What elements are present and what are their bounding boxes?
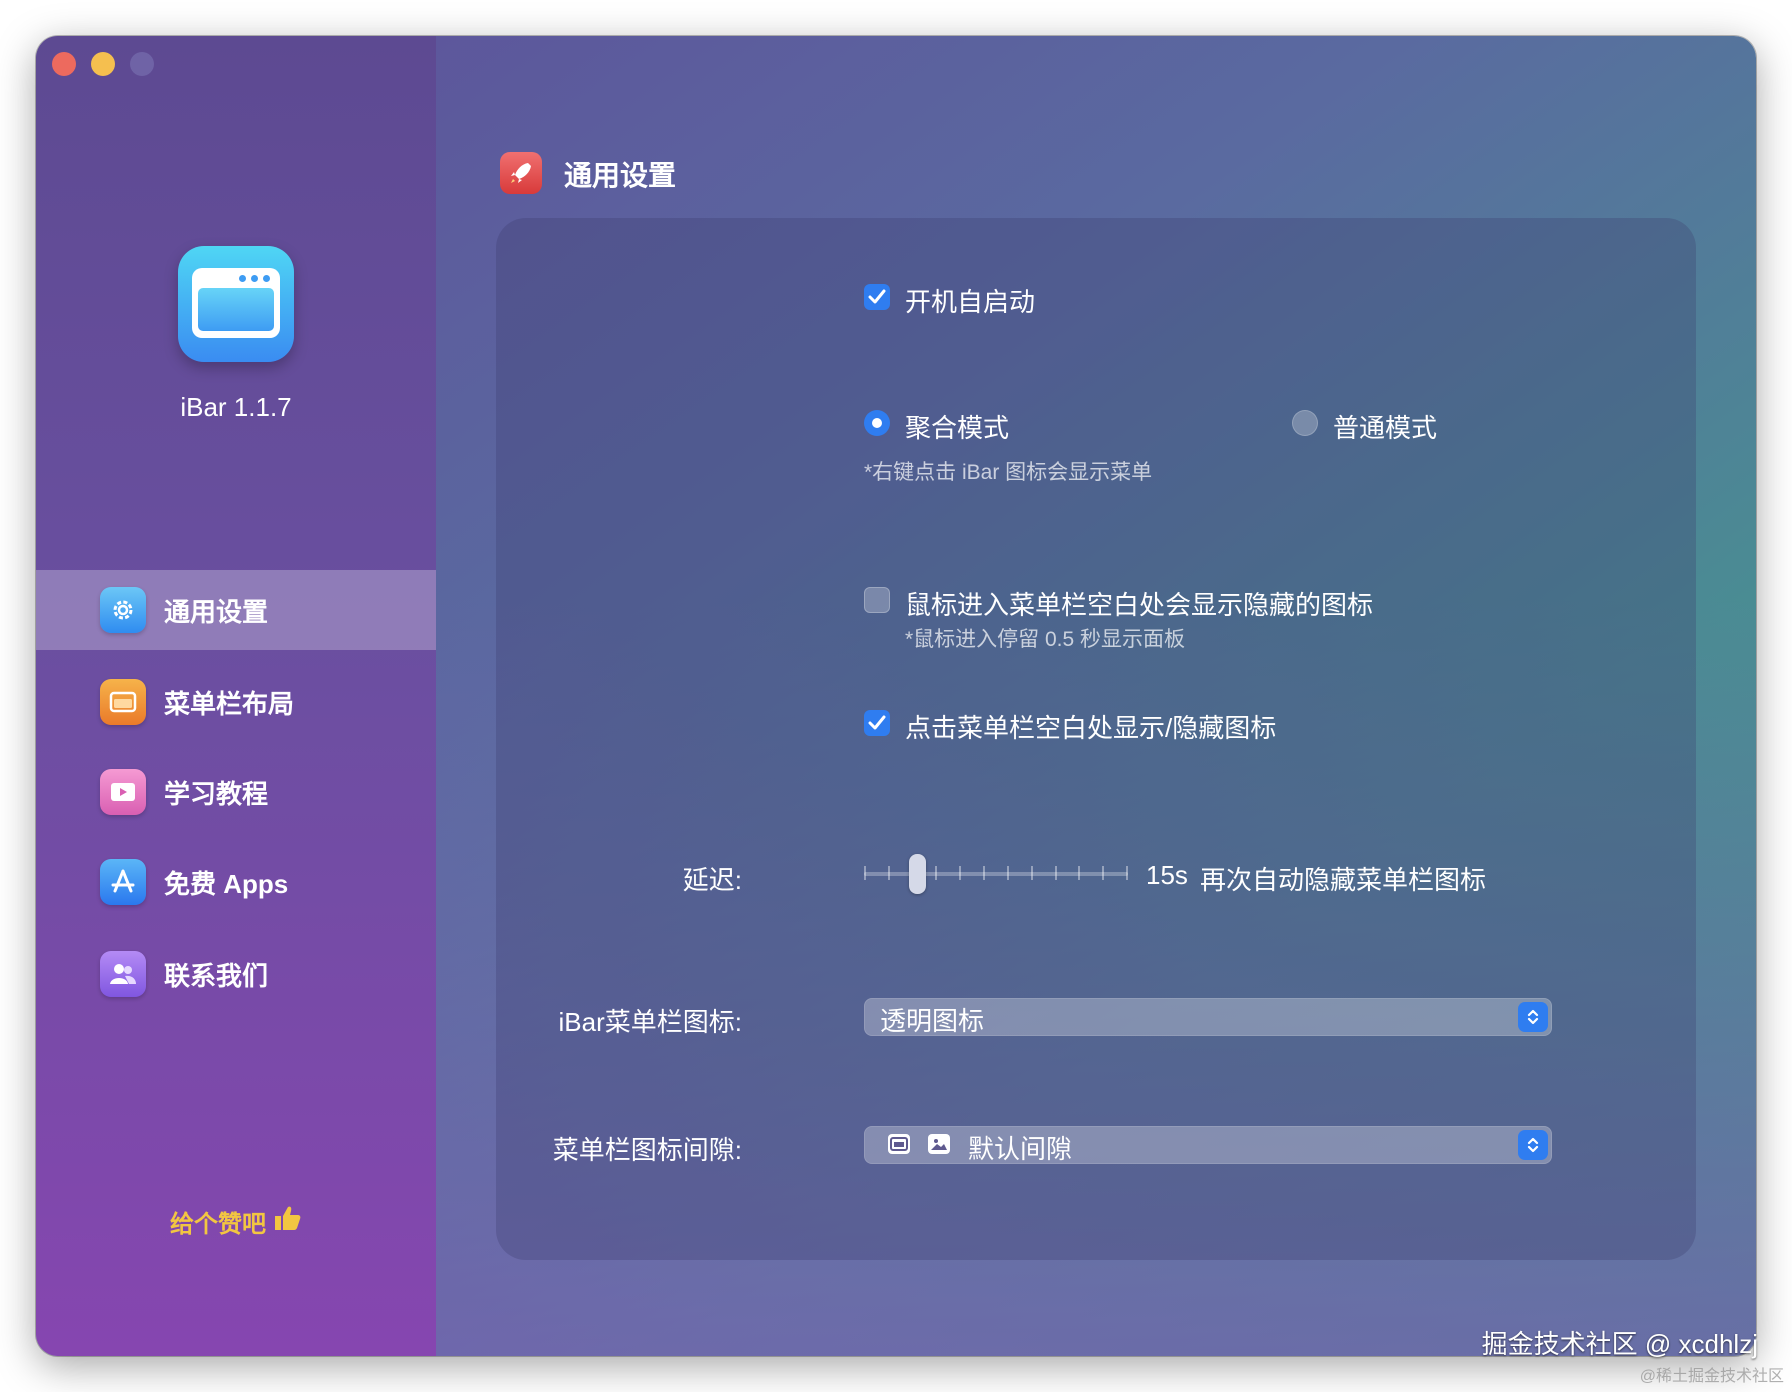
slider-track <box>864 872 1128 876</box>
app-window: iBar 1.1.7 通用设置 菜单栏布局 学习教程 免费 Apps 联系我们 … <box>36 36 1756 1356</box>
chevron-updown-icon <box>1518 1002 1548 1032</box>
app-logo-icon <box>178 246 294 362</box>
icon-spacing-value: 默认间隙 <box>968 1134 1073 1164</box>
image-icon <box>928 1134 950 1154</box>
close-button[interactable] <box>52 52 76 76</box>
mode-aggregate-label: 聚合模式 <box>905 413 1010 443</box>
mode-note: *右键点击 iBar 图标会显示菜单 <box>864 461 1153 484</box>
slider-tick <box>959 866 962 880</box>
hover-show-note: *鼠标进入停留 0.5 秒显示面板 <box>905 628 1186 651</box>
sidebar-item-label: 菜单栏布局 <box>164 688 295 719</box>
zoom-button[interactable] <box>130 52 154 76</box>
slider-tick <box>935 866 938 880</box>
sidebar: iBar 1.1.7 通用设置 菜单栏布局 学习教程 免费 Apps 联系我们 … <box>36 36 436 1356</box>
slider-tick <box>1078 866 1081 880</box>
checkmark-icon <box>868 715 886 730</box>
slider-tick <box>864 866 866 880</box>
sidebar-item-tutorial[interactable]: 学习教程 <box>36 752 436 832</box>
like-label: 给个赞吧 <box>170 1211 266 1238</box>
sidebar-item-contact[interactable]: 联系我们 <box>36 934 436 1014</box>
people-icon <box>100 951 146 997</box>
sidebar-item-label: 通用设置 <box>164 596 269 627</box>
checkmark-icon <box>868 289 886 304</box>
slider-thumb[interactable] <box>908 854 926 894</box>
mode-normal-radio[interactable] <box>1292 410 1318 436</box>
page-title: 通用设置 <box>564 160 677 191</box>
window-icon <box>100 679 146 725</box>
menu-icon-value: 透明图标 <box>880 1006 985 1036</box>
window-controls <box>52 52 154 76</box>
launch-at-login-label: 开机自启动 <box>905 287 1036 317</box>
appstore-icon <box>100 859 146 905</box>
slider-tick <box>1006 866 1009 880</box>
icon-spacing-label: 菜单栏图标间隙: <box>552 1135 742 1165</box>
slider-tick <box>887 866 890 880</box>
slider-tick <box>1126 866 1128 880</box>
gear-icon <box>100 587 146 633</box>
sidebar-item-label: 学习教程 <box>164 778 269 809</box>
menu-icon-label: iBar菜单栏图标: <box>558 1007 742 1037</box>
mode-normal-label: 普通模式 <box>1333 413 1438 443</box>
main-content: 通用设置 开机自启动 聚合模式 普通模式 *右键点击 iBar 图标会显示菜单 … <box>436 36 1756 1356</box>
icon-spacing-select[interactable]: 默认间隙 <box>864 1126 1552 1164</box>
watermark-secondary: @稀土掘金技术社区 <box>1639 1368 1784 1385</box>
app-version: iBar 1.1.7 <box>180 392 292 422</box>
delay-suffix: 再次自动隐藏菜单栏图标 <box>1200 865 1487 895</box>
rocket-icon <box>500 152 542 194</box>
mode-aggregate-radio[interactable] <box>864 410 890 436</box>
delay-label: 延迟: <box>682 865 742 895</box>
like-link[interactable]: 给个赞吧 <box>36 1204 436 1239</box>
chevron-updown-icon <box>1518 1130 1548 1160</box>
delay-slider[interactable] <box>864 854 1128 894</box>
slider-tick <box>1102 866 1105 880</box>
click-toggle-checkbox[interactable] <box>864 710 890 736</box>
launch-at-login-checkbox[interactable] <box>864 284 890 310</box>
watermark: 掘金技术社区 @ xcdhlzj <box>1481 1329 1758 1359</box>
video-icon <box>100 769 146 815</box>
sidebar-item-label: 免费 Apps <box>164 868 289 899</box>
sidebar-item-label: 联系我们 <box>164 960 269 991</box>
sidebar-item-menubar-layout[interactable]: 菜单栏布局 <box>36 662 436 742</box>
thumbs-up-icon <box>272 1204 302 1239</box>
slider-tick <box>1030 866 1033 880</box>
click-toggle-label: 点击菜单栏空白处显示/隐藏图标 <box>905 713 1277 743</box>
delay-value: 15s <box>1146 860 1188 890</box>
sidebar-item-free-apps[interactable]: 免费 Apps <box>36 842 436 922</box>
hover-show-checkbox[interactable] <box>864 587 890 613</box>
minimize-button[interactable] <box>91 52 115 76</box>
sidebar-item-general[interactable]: 通用设置 <box>36 570 436 650</box>
hover-show-label: 鼠标进入菜单栏空白处会显示隐藏的图标 <box>905 590 1374 620</box>
slider-tick <box>1054 866 1057 880</box>
slider-tick <box>983 866 986 880</box>
window-icon <box>888 1134 910 1154</box>
menu-icon-select[interactable]: 透明图标 <box>864 998 1552 1036</box>
